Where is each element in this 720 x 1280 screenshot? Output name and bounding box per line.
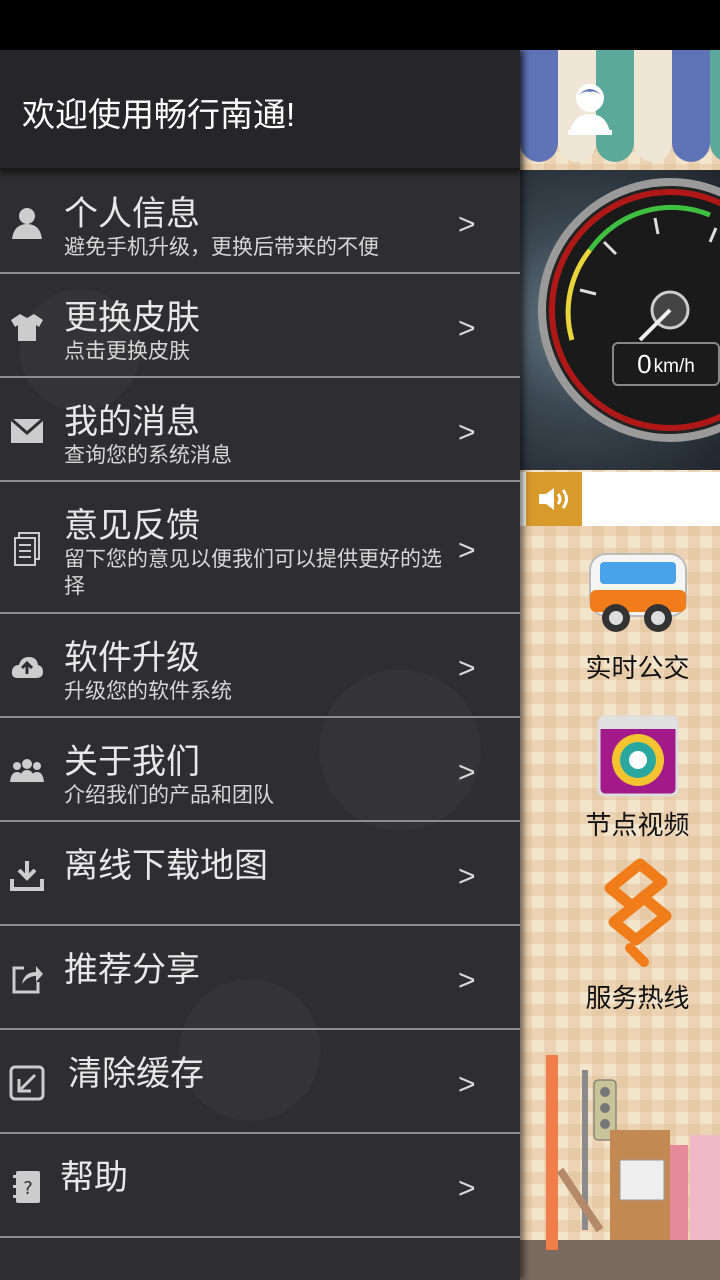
menu-item-title: 帮助 bbox=[60, 1159, 128, 1197]
svg-text:?: ? bbox=[23, 1178, 33, 1199]
node-video-button[interactable]: 节点视频 bbox=[560, 715, 715, 842]
menu-item-title: 意见反馈 bbox=[64, 507, 200, 545]
document-icon bbox=[8, 530, 46, 568]
chevron-right-icon: > bbox=[458, 534, 476, 567]
chevron-right-icon: > bbox=[458, 652, 476, 685]
camera-lens-icon bbox=[597, 715, 678, 797]
chevron-right-icon: > bbox=[458, 1068, 476, 1101]
hotline-icon bbox=[604, 858, 671, 967]
menu-item-subtitle: 避免手机升级，更换后带来的不便 bbox=[64, 236, 379, 259]
chevron-right-icon: > bbox=[458, 1172, 476, 1205]
menu-item-subtitle: 查询您的系统消息 bbox=[64, 444, 232, 467]
menu-item-title: 清除缓存 bbox=[68, 1055, 204, 1093]
navigation-drawer: 欢迎使用畅行南通! 个人信息 避免手机升级，更换后带来的不便 > 更换皮肤 点击… bbox=[0, 50, 520, 1280]
menu-item-subtitle: 留下您的意见以便我们可以提供更好的选择 bbox=[64, 548, 442, 598]
download-icon bbox=[8, 856, 46, 894]
speaker-icon bbox=[526, 472, 582, 526]
menu-item-software-upgrade[interactable]: 软件升级 升级您的软件系统 > bbox=[0, 616, 520, 718]
main-panel: 0 km/h 实时公交 节点视频 服务热线 bbox=[520, 50, 720, 1280]
menu-item-title: 关于我们 bbox=[64, 743, 200, 781]
chevron-right-icon: > bbox=[458, 756, 476, 789]
menu-item-title: 推荐分享 bbox=[64, 951, 200, 989]
person-icon bbox=[8, 204, 46, 242]
shirt-icon bbox=[8, 308, 46, 346]
help-book-icon: ? bbox=[8, 1168, 46, 1206]
chevron-right-icon: > bbox=[458, 416, 476, 449]
cloud-upload-icon bbox=[8, 648, 46, 686]
menu-item-title: 个人信息 bbox=[64, 195, 200, 233]
speed-readout: 0 km/h bbox=[612, 342, 720, 386]
bus-icon bbox=[588, 553, 687, 632]
feature-label: 实时公交 bbox=[585, 653, 690, 683]
chevron-right-icon: > bbox=[458, 964, 476, 997]
feature-label: 节点视频 bbox=[585, 810, 690, 840]
menu-item-subtitle: 点击更换皮肤 bbox=[64, 340, 190, 363]
envelope-icon bbox=[8, 412, 46, 450]
speed-value: 0 bbox=[637, 348, 652, 379]
menu-item-share[interactable]: 推荐分享 > bbox=[0, 928, 520, 1030]
speedometer-gauge-icon bbox=[538, 178, 720, 442]
realtime-bus-button[interactable]: 实时公交 bbox=[560, 550, 715, 685]
menu-item-change-skin[interactable]: 更换皮肤 点击更换皮肤 > bbox=[0, 276, 520, 378]
menu-item-feedback[interactable]: 意见反馈 留下您的意见以便我们可以提供更好的选择 > bbox=[0, 484, 520, 614]
share-icon bbox=[8, 960, 46, 998]
menu-item-about-us[interactable]: 关于我们 介绍我们的产品和团队 > bbox=[0, 720, 520, 822]
service-hotline-button[interactable]: 服务热线 bbox=[560, 858, 715, 1015]
clear-cache-icon bbox=[8, 1064, 46, 1102]
menu-item-offline-map[interactable]: 离线下载地图 > bbox=[0, 824, 520, 926]
speedometer-panel: 0 km/h bbox=[520, 170, 720, 470]
menu-item-personal-info[interactable]: 个人信息 避免手机升级，更换后带来的不便 > bbox=[0, 172, 520, 274]
notice-bar[interactable] bbox=[520, 472, 720, 526]
chevron-right-icon: > bbox=[458, 312, 476, 345]
drawer-header: 欢迎使用畅行南通! bbox=[0, 50, 520, 170]
menu-item-my-messages[interactable]: 我的消息 查询您的系统消息 > bbox=[0, 380, 520, 482]
menu-item-subtitle: 升级您的软件系统 bbox=[64, 680, 232, 703]
feature-label: 服务热线 bbox=[585, 983, 690, 1013]
menu-item-help[interactable]: ? 帮助 > bbox=[0, 1136, 520, 1238]
menu-item-title: 软件升级 bbox=[64, 639, 200, 677]
speed-unit: km/h bbox=[653, 356, 695, 377]
menu-item-title: 离线下载地图 bbox=[64, 847, 268, 885]
chevron-right-icon: > bbox=[458, 208, 476, 241]
menu-item-title: 更换皮肤 bbox=[64, 299, 200, 337]
status-bar bbox=[0, 0, 720, 50]
street-illustration bbox=[520, 1050, 720, 1280]
drawer-title: 欢迎使用畅行南通! bbox=[22, 96, 296, 133]
chevron-right-icon: > bbox=[458, 860, 476, 893]
awning-banner bbox=[520, 50, 720, 170]
group-icon bbox=[8, 752, 46, 790]
menu-item-clear-cache[interactable]: 清除缓存 > bbox=[0, 1032, 520, 1134]
menu-item-title: 我的消息 bbox=[64, 403, 200, 441]
user-avatar-icon[interactable] bbox=[566, 80, 614, 136]
menu-item-subtitle: 介绍我们的产品和团队 bbox=[64, 784, 274, 807]
